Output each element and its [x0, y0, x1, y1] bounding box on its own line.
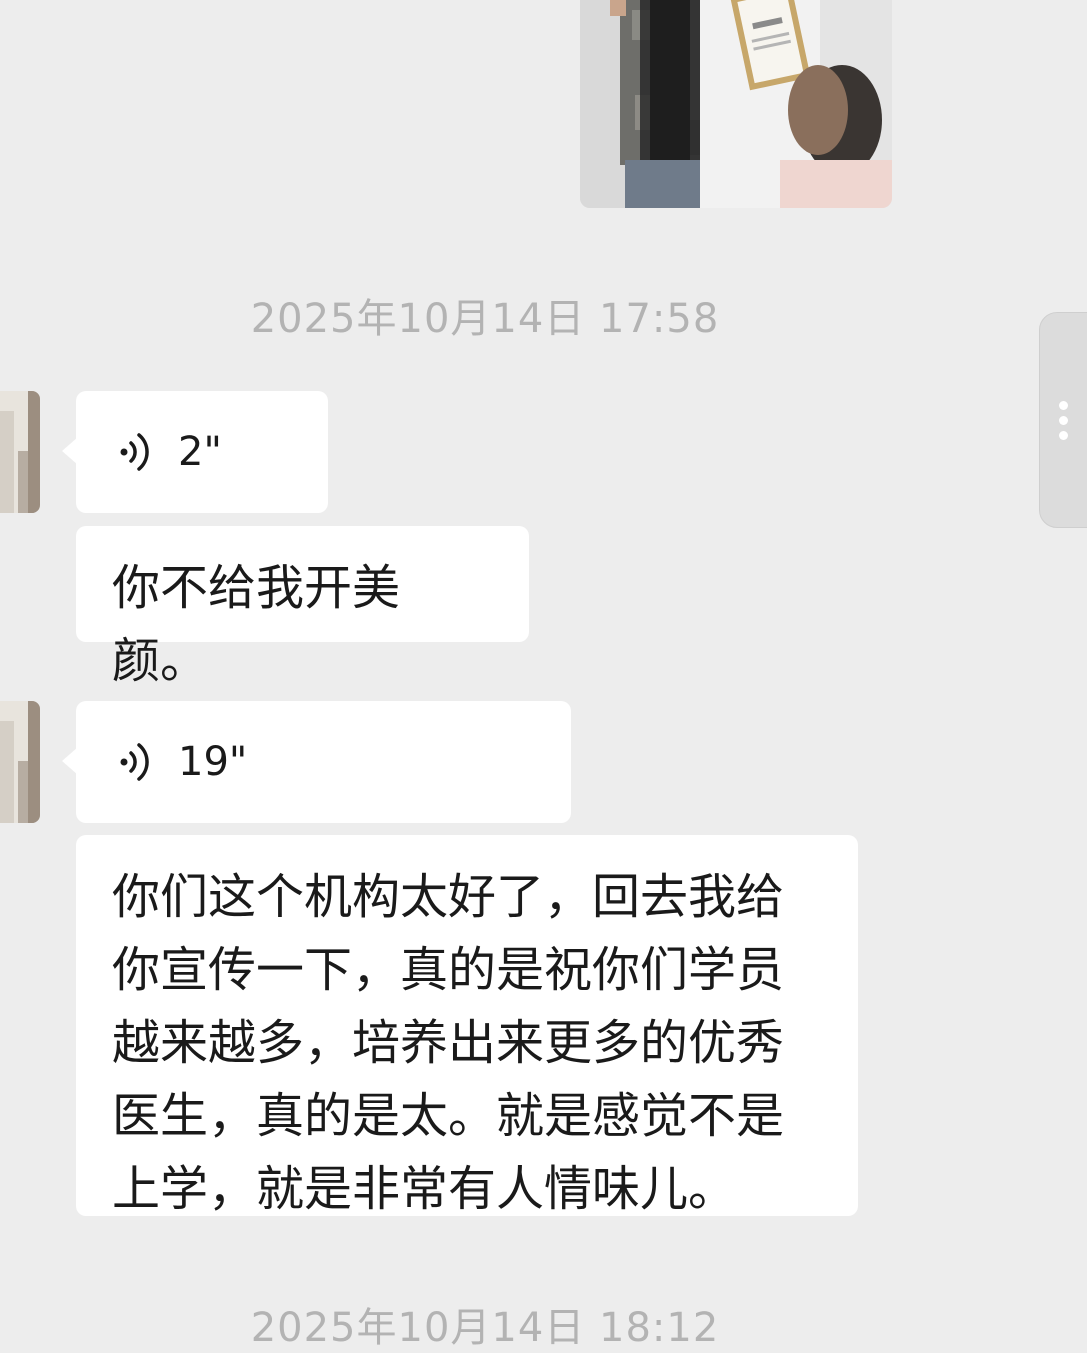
message-text-line: 你宣传一下，真的是祝你们学员	[112, 942, 785, 998]
voice-message[interactable]: 19"	[62, 701, 571, 823]
image-message[interactable]	[580, 0, 892, 208]
sender-avatar[interactable]	[0, 701, 40, 823]
text-message[interactable]: 你不给我开美颜。	[76, 526, 529, 689]
voice-wave-icon	[120, 433, 149, 471]
sender-avatar[interactable]	[0, 391, 40, 513]
image-message-photo	[580, 0, 892, 208]
message-timestamp: 2025年10月14日 18:12	[250, 1305, 720, 1351]
avatar-image	[0, 701, 40, 823]
message-text-line: 你们这个机构太好了，回去我给	[112, 869, 785, 925]
message-timestamp: 2025年10月14日 17:58	[250, 296, 720, 342]
message-text-line: 越来越多，培养出来更多的优秀	[112, 1015, 785, 1071]
message-text: 你不给我开美颜。	[112, 560, 401, 689]
voice-duration: 19"	[178, 739, 248, 785]
voice-duration: 2"	[178, 429, 222, 475]
message-text-line: 医生，真的是太。就是感觉不是	[112, 1088, 785, 1144]
text-message[interactable]: 你们这个机构太好了，回去我给 你宣传一下，真的是祝你们学员 越来越多，培养出来更…	[76, 835, 858, 1217]
avatar-image	[0, 391, 40, 513]
voice-wave-icon	[120, 743, 149, 781]
side-more-handle[interactable]	[1039, 312, 1087, 528]
message-text-line: 上学，就是非常有人情味儿。	[112, 1161, 737, 1217]
voice-message[interactable]: 2"	[62, 391, 328, 513]
